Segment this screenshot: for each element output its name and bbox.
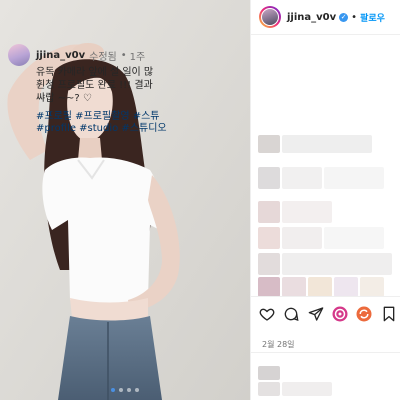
reels-icon[interactable] bbox=[331, 304, 349, 324]
blurred-comment-input bbox=[258, 366, 280, 380]
carousel-dot[interactable] bbox=[135, 388, 139, 392]
divider bbox=[250, 296, 400, 297]
blurred-comment-input bbox=[282, 382, 332, 396]
caption-header: jjina_v0v 수정됨 • 1주 bbox=[8, 44, 208, 66]
profile-avatar[interactable] bbox=[259, 6, 281, 28]
caption-line: 쌰랍 ~~? ♡ bbox=[36, 93, 92, 104]
instagram-post: jjina_v0v ✓ • 팔로우 jjina_v0v 수정됨 • 1주 유독 … bbox=[0, 0, 400, 400]
carousel-dot[interactable] bbox=[111, 388, 115, 392]
hashtags: #프로필 #프로필촬영 #스튜 #profile #studio #스튜디오 bbox=[36, 111, 208, 135]
caption-text: 유독 카메라 앞에 설 일이 많 휜청 프로필도 완료 !!! 결과 쌰랍 ~~… bbox=[36, 66, 208, 105]
caption-line: 유독 카메라 앞에 설 일이 많 bbox=[36, 67, 154, 78]
post-header: jjina_v0v ✓ • 팔로우 bbox=[251, 0, 400, 35]
bookmark-icon[interactable] bbox=[380, 304, 398, 324]
hashtag-line[interactable]: #프로필 #프로필촬영 #스튜 bbox=[36, 111, 208, 123]
caption-block: jjina_v0v 수정됨 • 1주 유독 카메라 앞에 설 일이 많 휜청 프… bbox=[8, 44, 208, 135]
divider bbox=[250, 352, 400, 353]
comment-icon[interactable] bbox=[282, 304, 300, 324]
action-bar bbox=[258, 303, 398, 325]
post-time[interactable]: 1주 bbox=[130, 48, 146, 63]
follow-button[interactable]: 팔로우 bbox=[360, 11, 385, 24]
verified-badge-icon: ✓ bbox=[339, 12, 349, 22]
carousel-indicator bbox=[0, 388, 250, 392]
edited-label: 수정됨 bbox=[89, 51, 117, 63]
post-date: 2월 28일 bbox=[262, 340, 295, 349]
heart-icon[interactable] bbox=[258, 304, 276, 324]
caption-username[interactable]: jjina_v0v bbox=[36, 50, 85, 61]
blurred-comment-input bbox=[258, 382, 280, 396]
username-link[interactable]: jjina_v0v bbox=[287, 12, 336, 23]
hashtag-line[interactable]: #profile #studio #스튜디오 bbox=[36, 123, 208, 135]
caption-avatar[interactable] bbox=[8, 44, 30, 66]
separator: • bbox=[351, 11, 358, 23]
separator: • bbox=[120, 49, 127, 61]
carousel-dot[interactable] bbox=[127, 388, 131, 392]
remix-icon[interactable] bbox=[355, 304, 373, 324]
caption-line: 휜청 프로필도 완료 !!! 결과 bbox=[36, 80, 153, 91]
carousel-dot[interactable] bbox=[119, 388, 123, 392]
share-icon[interactable] bbox=[307, 304, 325, 324]
